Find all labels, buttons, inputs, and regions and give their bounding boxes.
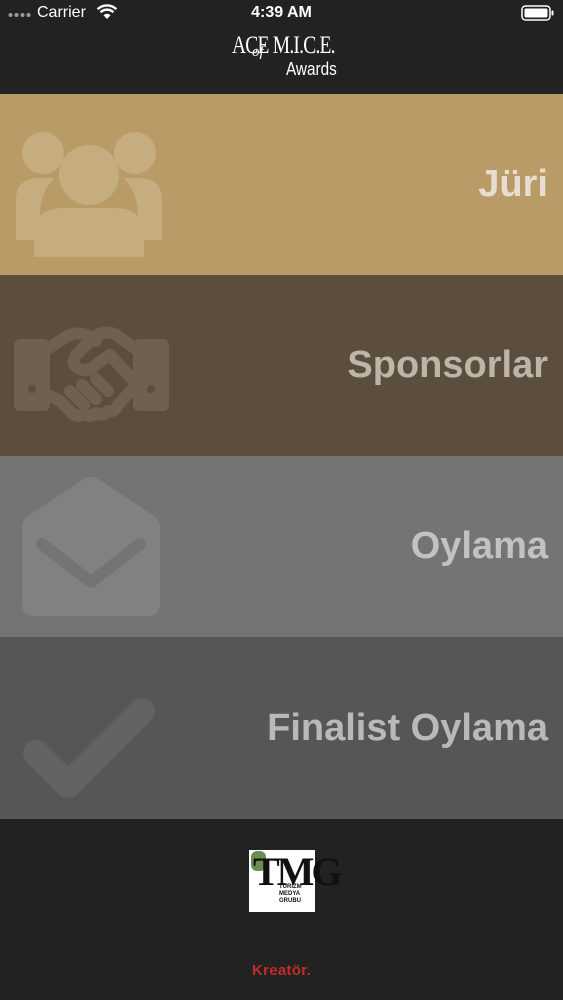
menu-item-finalist-oylama[interactable]: Finalist Oylama — [0, 637, 563, 819]
checkmark-icon — [23, 698, 155, 798]
group-people-icon — [16, 132, 162, 257]
tmg-tagline-line: GRUBU — [279, 898, 301, 904]
menu-item-label: Oylama — [410, 525, 548, 567]
menu-item-oylama[interactable]: Oylama — [0, 456, 563, 637]
menu-item-juri[interactable]: Jüri — [0, 94, 563, 275]
ace-mice-awards-logo: ACE M.I.C.E. of Awards — [200, 30, 363, 88]
menu-item-label: Finalist Oylama — [267, 707, 548, 749]
logo-main-text: ACE M.I.C.E. — [232, 32, 336, 59]
logo-sub-text: Awards — [286, 59, 337, 79]
menu-item-label: Sponsorlar — [347, 344, 548, 386]
menu-item-label: Jüri — [478, 163, 548, 205]
tmg-tagline-line: MEDYA — [279, 891, 301, 897]
developer-credit[interactable]: Kreatör. — [0, 962, 563, 979]
logo-of-text: of — [252, 44, 264, 60]
envelope-icon — [22, 477, 160, 616]
battery-icon — [521, 5, 554, 21]
tmg-logo[interactable]: TMG TURİZM MEDYA GRUBU — [249, 850, 343, 912]
footer: TMG TURİZM MEDYA GRUBU Kreatör. — [0, 819, 563, 1000]
status-time: 4:39 AM — [251, 4, 312, 21]
handshake-icon — [14, 326, 169, 422]
tmg-tagline-line: TURİZM — [279, 884, 302, 890]
menu-item-sponsorlar[interactable]: Sponsorlar — [0, 275, 563, 456]
top-bar: Carrier 4:39 AM ACE M.I.C.E. of Awards — [0, 0, 563, 93]
status-bar: Carrier 4:39 AM — [0, 0, 563, 28]
tmg-logo-tagline: TURİZM MEDYA GRUBU — [279, 884, 302, 905]
